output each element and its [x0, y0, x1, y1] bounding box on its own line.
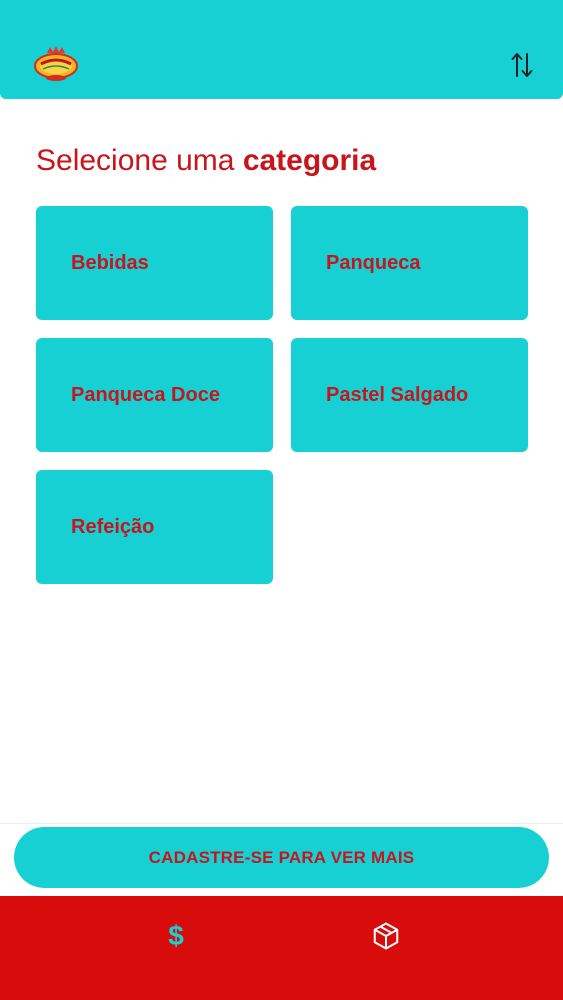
restaurant-logo — [33, 45, 79, 83]
category-label: Refeição — [71, 515, 155, 538]
category-label: Bebidas — [71, 251, 149, 274]
category-card-panqueca[interactable]: Panqueca — [291, 206, 528, 320]
category-label: Panqueca Doce — [71, 383, 220, 406]
title-regular: Selecione uma — [36, 144, 235, 177]
category-grid: Bebidas Panqueca Panqueca Doce Pastel Sa… — [36, 206, 528, 584]
category-card-refeicao[interactable]: Refeição — [36, 470, 273, 584]
package-icon — [373, 922, 399, 950]
category-label: Panqueca — [326, 251, 421, 274]
dollar-icon: $ — [168, 920, 184, 951]
nav-item-prices[interactable]: $ — [156, 916, 196, 956]
register-button[interactable]: CADASTRE-SE PARA VER MAIS — [14, 827, 549, 888]
category-label: Pastel Salgado — [326, 383, 469, 406]
nav-item-products[interactable] — [366, 916, 406, 956]
cta-area: CADASTRE-SE PARA VER MAIS — [0, 823, 563, 897]
sort-arrows-icon — [511, 53, 533, 77]
category-card-bebidas[interactable]: Bebidas — [36, 206, 273, 320]
bottom-nav: $ — [0, 896, 563, 1000]
app-header — [0, 0, 563, 99]
page-title: Selecione uma categoria — [36, 144, 376, 178]
title-bold: categoria — [242, 144, 377, 177]
register-button-label: CADASTRE-SE PARA VER MAIS — [148, 847, 415, 867]
category-card-panqueca-doce[interactable]: Panqueca Doce — [36, 338, 273, 452]
sort-button[interactable] — [507, 50, 537, 80]
category-card-pastel-salgado[interactable]: Pastel Salgado — [291, 338, 528, 452]
